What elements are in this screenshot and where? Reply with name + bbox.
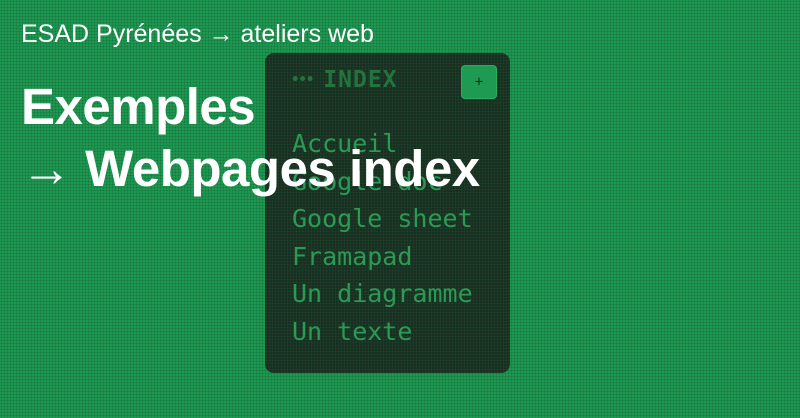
- title-line-1: Exemples: [21, 78, 256, 135]
- page-link-texte[interactable]: Un texte: [292, 313, 473, 351]
- brand-label: ESAD Pyrénées → ateliers web: [21, 20, 374, 48]
- title-line-2: → Webpages index: [21, 140, 480, 197]
- page-link-framapad[interactable]: Framapad: [292, 238, 473, 276]
- page-title: Exemples → Webpages index: [21, 76, 480, 200]
- page-link-google-sheet[interactable]: Google sheet: [292, 200, 473, 238]
- page-link-diagramme[interactable]: Un diagramme: [292, 275, 473, 313]
